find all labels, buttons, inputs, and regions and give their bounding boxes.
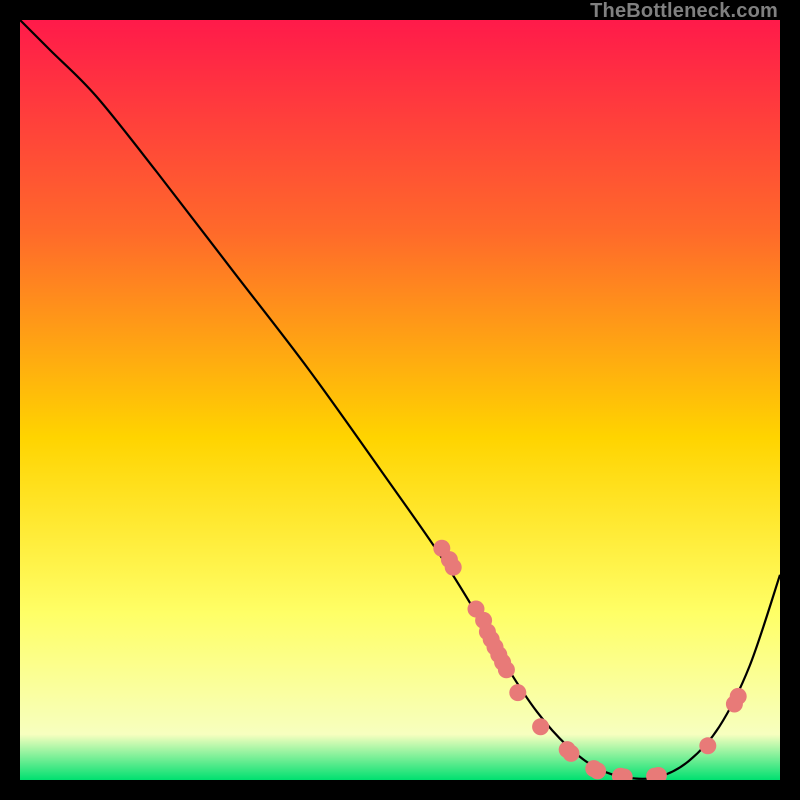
chart-frame — [20, 20, 780, 780]
heat-gradient-background — [20, 20, 780, 780]
attribution-label: TheBottleneck.com — [590, 0, 778, 23]
